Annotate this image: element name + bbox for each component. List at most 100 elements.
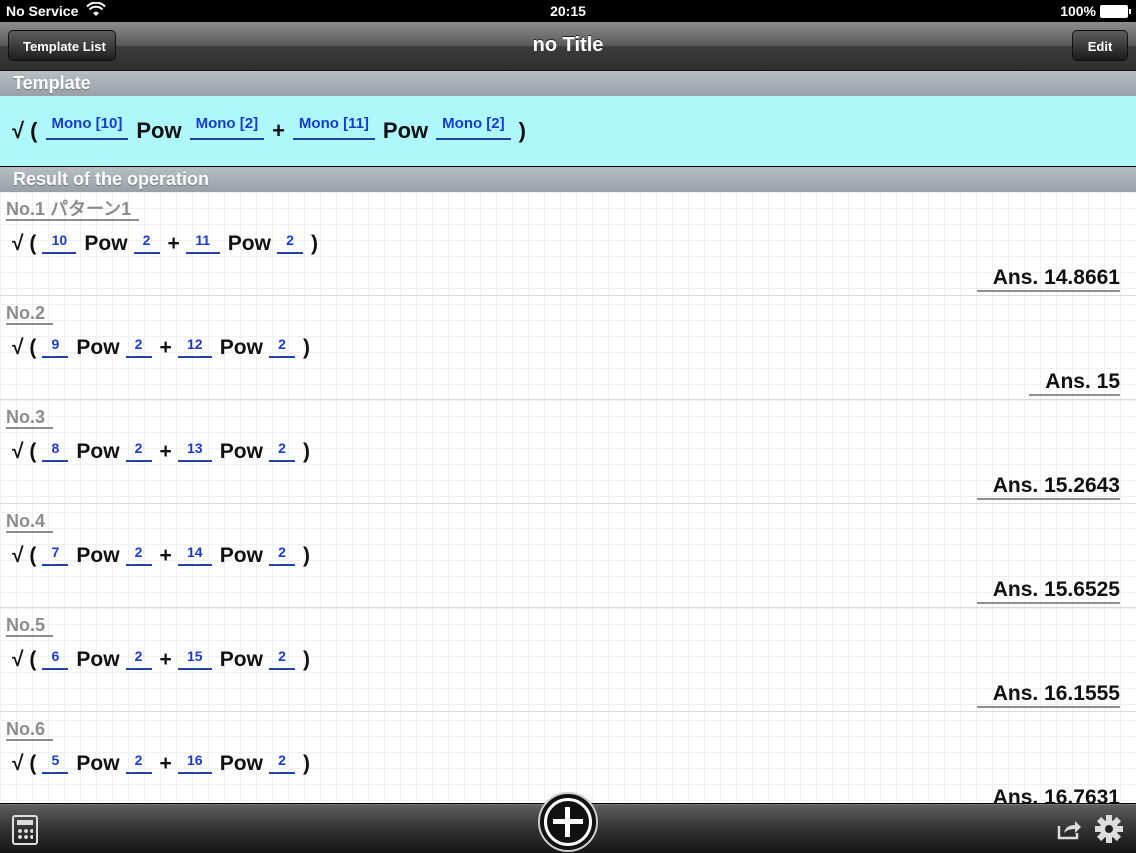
result-operator: Pow (76, 440, 120, 463)
template-section-header: Template (0, 71, 1136, 96)
result-row[interactable]: No.6 √ (5 Pow 2 +16 Pow 2) Ans. 16.7631 (0, 712, 1136, 803)
result-operator: Pow (84, 232, 128, 255)
result-operator: Pow (76, 336, 120, 359)
result-operator: + (159, 440, 172, 463)
battery-status: 100% (1060, 3, 1131, 19)
result-value: 2 (125, 440, 152, 462)
result-operator: √ ( (12, 336, 37, 359)
template-operator: Pow (382, 118, 429, 143)
result-label: No.4 (6, 511, 54, 533)
result-answer: Ans. 15.2643 (976, 474, 1120, 500)
template-operator: Pow (136, 118, 182, 143)
result-label: No.3 (6, 407, 54, 429)
result-operator: Pow (227, 232, 271, 255)
template-slot[interactable]: Mono [2] (436, 115, 511, 140)
result-operator: + (159, 544, 172, 567)
result-value: 6 (42, 648, 69, 670)
edit-button[interactable]: Edit (1072, 30, 1128, 61)
result-operator: √ ( (12, 648, 37, 671)
result-value: 2 (268, 752, 295, 774)
page-title: no Title (532, 34, 604, 56)
result-value: 13 (177, 440, 212, 462)
result-operator: Pow (219, 336, 263, 359)
result-label: No.2 (6, 303, 54, 325)
navigation-bar: Template List no Title Edit (0, 22, 1136, 71)
result-expression: √ (6 Pow 2 +15 Pow 2) (12, 648, 316, 672)
template-formula[interactable]: √ ( Mono [10] Pow Mono [2] + Mono [11] Pow Mono… (0, 96, 1136, 166)
result-value: 12 (177, 336, 212, 358)
result-value: 11 (185, 232, 220, 254)
result-value: 8 (42, 440, 69, 462)
result-value: 2 (268, 336, 295, 358)
result-operator: Pow (219, 648, 263, 671)
template-operator: ) (518, 118, 526, 143)
battery-icon (1100, 4, 1131, 18)
result-answer: Ans. 16.7631 (977, 786, 1120, 803)
result-value: 16 (177, 752, 212, 774)
result-answer: Ans. 15.6525 (976, 578, 1120, 604)
result-label: No.1 パターン1 (6, 199, 140, 221)
result-value: 7 (42, 544, 69, 566)
result-operator: + (159, 752, 172, 775)
result-operator: Pow (219, 544, 263, 567)
result-value: 2 (268, 648, 295, 670)
result-value: 14 (177, 544, 212, 566)
result-value: 2 (125, 336, 152, 358)
result-answer: Ans. 15 (1029, 370, 1120, 396)
result-operator: + (159, 336, 172, 359)
status-bar: No Service 20:15 100% (0, 0, 1136, 22)
result-row[interactable]: No.4 √ (7 Pow 2 +14 Pow 2) Ans. 15.6525 (0, 504, 1136, 608)
template-slot[interactable]: Mono [2] (189, 115, 265, 140)
result-expression: √ (10 Pow 2 +11 Pow 2) (12, 232, 324, 256)
result-row[interactable]: No.3 √ (8 Pow 2 +13 Pow 2) Ans. 15.2643 (0, 400, 1136, 504)
calculator-icon[interactable] (12, 815, 38, 845)
template-operator: √ ( (12, 118, 38, 143)
result-operator: ) (302, 648, 310, 671)
result-value: 10 (42, 232, 77, 254)
result-value: 5 (42, 752, 69, 774)
result-operator: + (167, 232, 180, 255)
result-value: 2 (268, 440, 295, 462)
template-slot[interactable]: Mono [11] (292, 115, 375, 140)
gear-icon[interactable] (1094, 814, 1124, 844)
bottom-toolbar (0, 792, 1136, 853)
result-operator: ) (302, 336, 310, 359)
result-operator: ) (302, 544, 310, 567)
result-operator: Pow (219, 440, 263, 463)
result-answer: Ans. 16.1555 (976, 682, 1120, 708)
result-expression: √ (9 Pow 2 +12 Pow 2) (12, 336, 316, 360)
clock: 20:15 (550, 3, 586, 19)
result-operator: Pow (76, 544, 120, 567)
result-answer: Ans. 14.8661 (976, 266, 1120, 292)
result-expression: √ (8 Pow 2 +13 Pow 2) (12, 440, 316, 464)
result-operator: Pow (76, 648, 120, 671)
result-operator: ) (302, 440, 310, 463)
result-operator: √ ( (12, 752, 37, 775)
result-row[interactable]: No.2 √ (9 Pow 2 +12 Pow 2) Ans. 15 (0, 296, 1136, 400)
template-slot[interactable]: Mono [10] (45, 115, 129, 140)
result-value: 2 (276, 232, 303, 254)
template-operator: + (272, 118, 285, 143)
result-expression: √ (7 Pow 2 +14 Pow 2) (12, 544, 316, 568)
share-icon[interactable] (1056, 817, 1082, 841)
result-row[interactable]: No.5 √ (6 Pow 2 +15 Pow 2) Ans. 16.1555 (0, 608, 1136, 712)
result-value: 2 (125, 752, 152, 774)
battery-percent: 100% (1060, 3, 1096, 19)
result-operator: √ ( (12, 544, 37, 567)
result-operator: + (159, 648, 172, 671)
result-operator: ) (302, 752, 310, 775)
result-operator: √ ( (12, 232, 37, 255)
result-label: No.6 (6, 719, 54, 741)
result-operator: Pow (76, 752, 120, 775)
result-value: 2 (125, 648, 152, 670)
result-label: No.5 (6, 615, 54, 637)
results-list[interactable]: No.1 パターン1 √ (10 Pow 2 +11 Pow 2) Ans. 14.8661 N… (0, 192, 1136, 803)
result-value: 2 (268, 544, 295, 566)
add-circle-icon[interactable] (538, 792, 598, 852)
result-operator: ) (310, 232, 318, 255)
result-row[interactable]: No.1 パターン1 √ (10 Pow 2 +11 Pow 2) Ans. 14.8661 (0, 192, 1136, 296)
result-value: 9 (42, 336, 69, 358)
result-value: 2 (133, 232, 160, 254)
result-operator: Pow (219, 752, 263, 775)
result-expression: √ (5 Pow 2 +16 Pow 2) (12, 752, 316, 776)
